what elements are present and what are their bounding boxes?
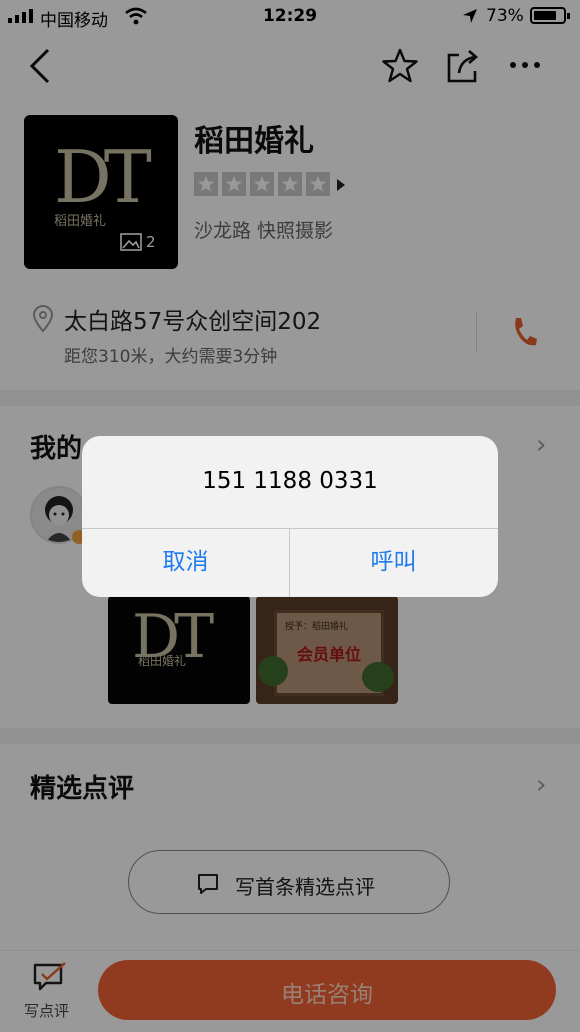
cancel-button[interactable]: 取消	[82, 528, 289, 597]
call-button[interactable]: 呼叫	[290, 528, 497, 597]
dialog-phone-number: 151 1188 0331	[202, 468, 378, 494]
call-confirm-dialog: 151 1188 0331 取消 呼叫	[82, 436, 498, 597]
shop-detail-page: 中国移动 12:29 73% DT 稻田婚礼 2 稻田婚礼 沙龙路 快照摄影 太…	[0, 0, 580, 1032]
